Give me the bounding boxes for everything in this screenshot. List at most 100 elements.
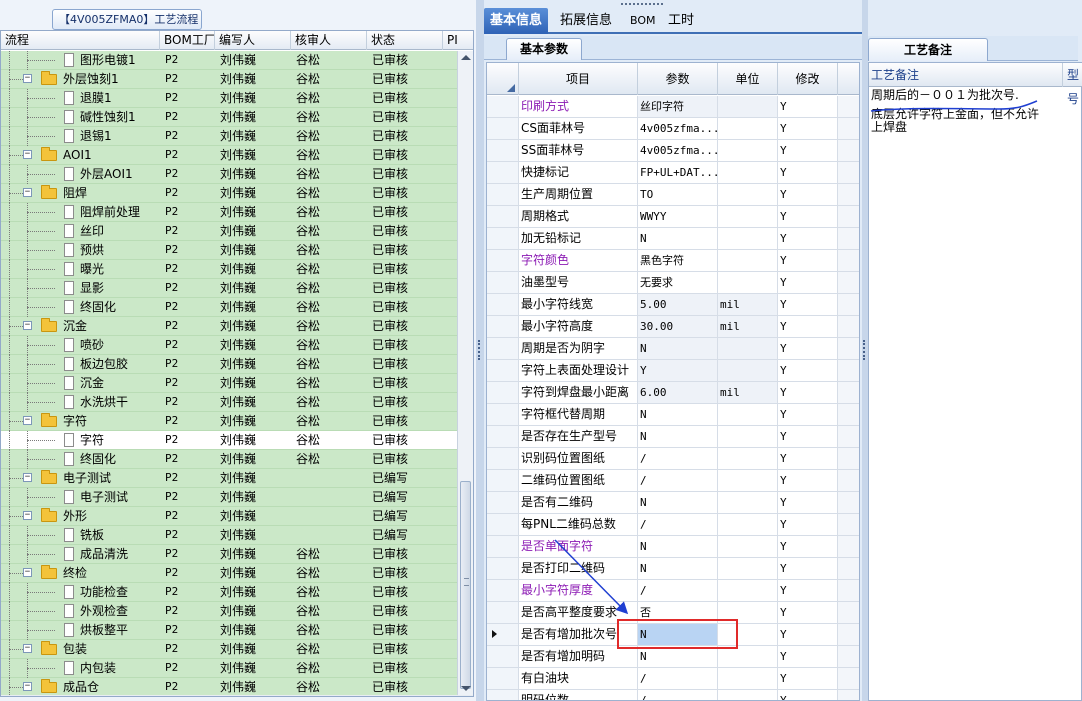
scroll-thumb[interactable] <box>460 481 471 689</box>
row-indicator[interactable] <box>487 580 519 601</box>
tree-folder-row[interactable]: − 外形 P2 刘伟巍 已编写 <box>1 507 457 526</box>
param-value-cell[interactable]: / <box>638 470 718 491</box>
column-header-status[interactable]: 状态 <box>367 31 443 50</box>
tree-row[interactable]: 铣板 P2 刘伟巍 已编写 <box>1 526 457 545</box>
tree-folder-row[interactable]: − AOI1 P2 刘伟巍 谷松 已审核 <box>1 146 457 165</box>
param-modify-cell[interactable]: Y <box>778 602 838 623</box>
param-unit-cell[interactable] <box>718 272 778 293</box>
param-modify-cell[interactable]: Y <box>778 404 838 425</box>
param-value-cell[interactable]: 丝印字符 <box>638 96 718 117</box>
tree-folder-row[interactable]: − 终检 P2 刘伟巍 谷松 已审核 <box>1 564 457 583</box>
row-indicator[interactable] <box>487 646 519 667</box>
collapse-toggle-icon[interactable]: − <box>23 321 32 330</box>
tab-basic-params[interactable]: 基本参数 <box>506 38 582 60</box>
param-modify-cell[interactable]: Y <box>778 338 838 359</box>
collapse-toggle-icon[interactable]: − <box>23 568 32 577</box>
column-header-param[interactable]: 参数 <box>638 63 718 95</box>
param-modify-cell[interactable]: Y <box>778 140 838 161</box>
grid-row[interactable]: 明码位数 / Y <box>487 690 859 700</box>
scroll-up-arrow-icon[interactable] <box>461 55 471 60</box>
row-indicator[interactable] <box>487 338 519 359</box>
column-header-reviewer[interactable]: 核审人 <box>291 31 367 50</box>
tree-vertical-scrollbar[interactable] <box>457 51 473 695</box>
tree-row[interactable]: 阻焊前处理 P2 刘伟巍 谷松 已审核 <box>1 203 457 222</box>
grid-row[interactable]: 油墨型号 无要求 Y <box>487 272 859 294</box>
grid-row[interactable]: SS面菲林号 4v005zfma... Y <box>487 140 859 162</box>
grid-row[interactable]: 字符颜色 黑色字符 Y <box>487 250 859 272</box>
param-modify-cell[interactable]: Y <box>778 690 838 700</box>
param-unit-cell[interactable] <box>718 558 778 579</box>
param-modify-cell[interactable]: Y <box>778 470 838 491</box>
param-unit-cell[interactable] <box>718 404 778 425</box>
param-unit-cell[interactable] <box>718 668 778 689</box>
tab-extended-info[interactable]: 拓展信息 <box>554 8 618 34</box>
param-value-cell[interactable]: N <box>638 624 718 645</box>
notes-text[interactable]: 周期后的－００１为批次号. 底层允许字符上金面，但不允许上焊盘 <box>871 89 1043 140</box>
param-modify-cell[interactable]: Y <box>778 228 838 249</box>
param-unit-cell[interactable] <box>718 140 778 161</box>
process-tree[interactable]: 流程 BOM工厂 编写人 核审人 状态 PI 图形电镀1 P2 刘伟巍 谷松 已审核 − 外… <box>0 30 474 697</box>
param-modify-cell[interactable]: Y <box>778 492 838 513</box>
tree-folder-row[interactable]: − 电子测试 P2 刘伟巍 已编写 <box>1 469 457 488</box>
grid-row[interactable]: CS面菲林号 4v005zfma... Y <box>487 118 859 140</box>
column-header-pi[interactable]: PI <box>443 31 473 50</box>
row-indicator[interactable] <box>487 272 519 293</box>
tree-row[interactable]: 喷砂 P2 刘伟巍 谷松 已审核 <box>1 336 457 355</box>
tree-row[interactable]: 预烘 P2 刘伟巍 谷松 已审核 <box>1 241 457 260</box>
param-unit-cell[interactable] <box>718 250 778 271</box>
scroll-down-arrow-icon[interactable] <box>461 686 471 691</box>
grid-row[interactable]: 字符到焊盘最小距离 6.00 mil Y <box>487 382 859 404</box>
tab-bom[interactable]: BOM <box>624 8 662 34</box>
grid-row[interactable]: 是否打印二维码 N Y <box>487 558 859 580</box>
row-indicator[interactable] <box>487 602 519 623</box>
tree-row[interactable]: 沉金 P2 刘伟巍 谷松 已审核 <box>1 374 457 393</box>
tree-row[interactable]: 电子测试 P2 刘伟巍 已编写 <box>1 488 457 507</box>
param-modify-cell[interactable]: Y <box>778 426 838 447</box>
row-indicator[interactable] <box>487 404 519 425</box>
row-indicator[interactable] <box>487 228 519 249</box>
tree-folder-row[interactable]: − 沉金 P2 刘伟巍 谷松 已审核 <box>1 317 457 336</box>
grid-row[interactable]: 周期格式 WWYY Y <box>487 206 859 228</box>
grid-row[interactable]: 是否有增加批次号 N Y <box>487 624 859 646</box>
notes-box[interactable]: 工艺备注 型号 周期后的－００１为批次号. 底层允许字符上金面，但不允许上焊盘 <box>868 62 1082 701</box>
collapse-toggle-icon[interactable]: − <box>23 682 32 691</box>
param-modify-cell[interactable]: Y <box>778 646 838 667</box>
grid-row[interactable]: 每PNL二维码总数 / Y <box>487 514 859 536</box>
param-unit-cell[interactable] <box>718 206 778 227</box>
param-modify-cell[interactable]: Y <box>778 536 838 557</box>
grid-row[interactable]: 是否单面字符 N Y <box>487 536 859 558</box>
param-modify-cell[interactable]: Y <box>778 118 838 139</box>
left-splitter[interactable] <box>476 0 484 701</box>
grid-row[interactable]: 最小字符厚度 / Y <box>487 580 859 602</box>
row-indicator[interactable] <box>487 668 519 689</box>
param-modify-cell[interactable]: Y <box>778 96 838 117</box>
row-indicator[interactable] <box>487 96 519 117</box>
param-unit-cell[interactable]: mil <box>718 316 778 337</box>
tab-basic-info[interactable]: 基本信息 <box>484 8 549 34</box>
tree-row[interactable]: 功能检查 P2 刘伟巍 谷松 已审核 <box>1 583 457 602</box>
param-unit-cell[interactable] <box>718 360 778 381</box>
param-modify-cell[interactable]: Y <box>778 382 838 403</box>
param-value-cell[interactable]: N <box>638 646 718 667</box>
tree-row[interactable]: 终固化 P2 刘伟巍 谷松 已审核 <box>1 298 457 317</box>
param-unit-cell[interactable] <box>718 118 778 139</box>
row-indicator[interactable] <box>487 294 519 315</box>
tree-horizontal-scrollbar[interactable] <box>1 695 473 696</box>
param-unit-cell[interactable] <box>718 96 778 117</box>
row-indicator[interactable] <box>487 382 519 403</box>
grid-row[interactable]: 印刷方式 丝印字符 Y <box>487 96 859 118</box>
grid-row[interactable]: 是否存在生产型号 N Y <box>487 426 859 448</box>
grid-row[interactable]: 识别码位置图纸 / Y <box>487 448 859 470</box>
param-value-cell[interactable]: Y <box>638 360 718 381</box>
row-indicator[interactable] <box>487 690 519 700</box>
param-modify-cell[interactable]: Y <box>778 580 838 601</box>
param-value-cell[interactable]: N <box>638 558 718 579</box>
grid-row[interactable]: 最小字符线宽 5.00 mil Y <box>487 294 859 316</box>
param-modify-cell[interactable]: Y <box>778 250 838 271</box>
param-value-cell[interactable]: N <box>638 228 718 249</box>
column-header-item[interactable]: 项目 <box>519 63 638 95</box>
param-modify-cell[interactable]: Y <box>778 184 838 205</box>
row-indicator[interactable] <box>487 184 519 205</box>
param-value-cell[interactable]: N <box>638 536 718 557</box>
tree-folder-row[interactable]: − 外层蚀刻1 P2 刘伟巍 谷松 已审核 <box>1 70 457 89</box>
